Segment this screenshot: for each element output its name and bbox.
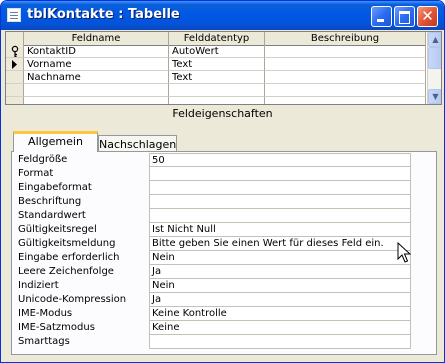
property-label: Feldgröße [18, 154, 68, 165]
property-value-field[interactable]: Ja [149, 265, 411, 279]
table-row[interactable]: KontaktID AutoWert [6, 45, 426, 58]
property-label: Unicode-Kompression [18, 294, 127, 305]
property-value-field[interactable]: Ist Nicht Null [149, 223, 411, 237]
column-header-fieldname[interactable]: Feldname [24, 32, 169, 45]
property-value-field[interactable] [149, 335, 411, 349]
scroll-down-button[interactable]: ▼ [428, 89, 441, 104]
property-label: Smarttags [18, 336, 70, 347]
property-value-field[interactable] [149, 181, 411, 195]
row-selector[interactable] [6, 71, 24, 84]
property-value-field[interactable]: Ja [149, 293, 411, 307]
property-label: Standardwert [18, 210, 86, 221]
description-cell[interactable] [265, 58, 426, 71]
field-grid: Feldname Felddatentyp Beschreibung Konta… [5, 31, 442, 105]
vertical-scrollbar[interactable]: ▲ ▼ [427, 32, 441, 104]
field-name-cell[interactable]: Nachname [24, 71, 169, 84]
row-selector[interactable] [6, 45, 24, 58]
scroll-up-button[interactable]: ▲ [428, 32, 441, 47]
property-value-field[interactable]: Keine [149, 321, 411, 335]
table-row[interactable]: Vorname Text [6, 58, 426, 71]
close-button[interactable]: ✕ [417, 6, 438, 27]
key-icon [11, 45, 19, 57]
row-selector-header[interactable] [6, 32, 24, 45]
property-label: IME-Modus [18, 308, 73, 319]
table-design-window: tblKontakte : Tabelle ✕ Feldname Felddat… [0, 0, 445, 363]
field-name-cell[interactable] [24, 97, 169, 104]
table-icon [7, 8, 21, 22]
table-row[interactable]: Nachname Text [6, 71, 426, 84]
field-name-cell[interactable]: KontaktID [24, 45, 169, 58]
data-type-cell[interactable]: Text [169, 71, 265, 84]
description-cell[interactable] [265, 45, 426, 58]
row-selector[interactable] [6, 97, 24, 104]
field-name-cell[interactable] [24, 84, 169, 97]
data-type-cell[interactable]: Text [169, 58, 265, 71]
description-cell[interactable] [265, 97, 426, 104]
property-label: Leere Zeichenfolge [18, 266, 114, 277]
tab-allgemein[interactable]: Allgemein [13, 131, 98, 152]
property-label: Beschriftung [18, 196, 82, 207]
property-value-field[interactable]: Keine Kontrolle [149, 307, 411, 321]
title-bar[interactable]: tblKontakte : Tabelle ✕ [1, 1, 444, 30]
field-name-cell[interactable]: Vorname [24, 58, 169, 71]
description-cell[interactable] [265, 84, 426, 97]
property-label: IME-Satzmodus [18, 322, 95, 333]
property-label: Gültigkeitsmeldung [18, 238, 116, 249]
property-value-field[interactable] [149, 195, 411, 209]
property-value-field[interactable]: Bitte geben Sie einen Wert für dieses Fe… [149, 237, 411, 251]
property-value-field[interactable]: Nein [149, 279, 411, 293]
column-header-datatype[interactable]: Felddatentyp [169, 32, 265, 45]
property-value-field[interactable] [149, 167, 411, 181]
property-label: Eingabeformat [18, 182, 92, 193]
property-value-field[interactable]: Nein [149, 251, 411, 265]
table-row[interactable] [6, 97, 426, 104]
scroll-thumb[interactable] [428, 47, 441, 69]
mouse-cursor-icon [397, 242, 411, 263]
column-header-description[interactable]: Beschreibung [265, 32, 426, 45]
property-value-field[interactable] [149, 209, 411, 223]
field-properties-panel: Feldgröße 50 Format Eingabeformat Beschr… [11, 151, 437, 355]
property-value-field[interactable]: 50 [149, 153, 411, 167]
table-row[interactable] [6, 84, 426, 97]
data-type-cell[interactable] [169, 84, 265, 97]
property-label: Eingabe erforderlich [18, 252, 120, 263]
field-properties-label: Feldeigenschaften [172, 107, 273, 120]
description-cell[interactable] [265, 71, 426, 84]
property-label: Gültigkeitsregel [18, 224, 97, 235]
data-type-cell[interactable] [169, 97, 265, 104]
row-selector[interactable] [6, 58, 24, 71]
window-title: tblKontakte : Tabelle [27, 7, 180, 22]
row-selector[interactable] [6, 84, 24, 97]
maximize-button[interactable] [394, 6, 415, 27]
minimize-button[interactable] [371, 6, 392, 27]
current-row-icon [12, 60, 17, 69]
field-grid-header: Feldname Felddatentyp Beschreibung [6, 32, 426, 46]
data-type-cell[interactable]: AutoWert [169, 45, 265, 58]
property-label: Format [18, 168, 54, 179]
property-label: Indiziert [18, 280, 59, 291]
